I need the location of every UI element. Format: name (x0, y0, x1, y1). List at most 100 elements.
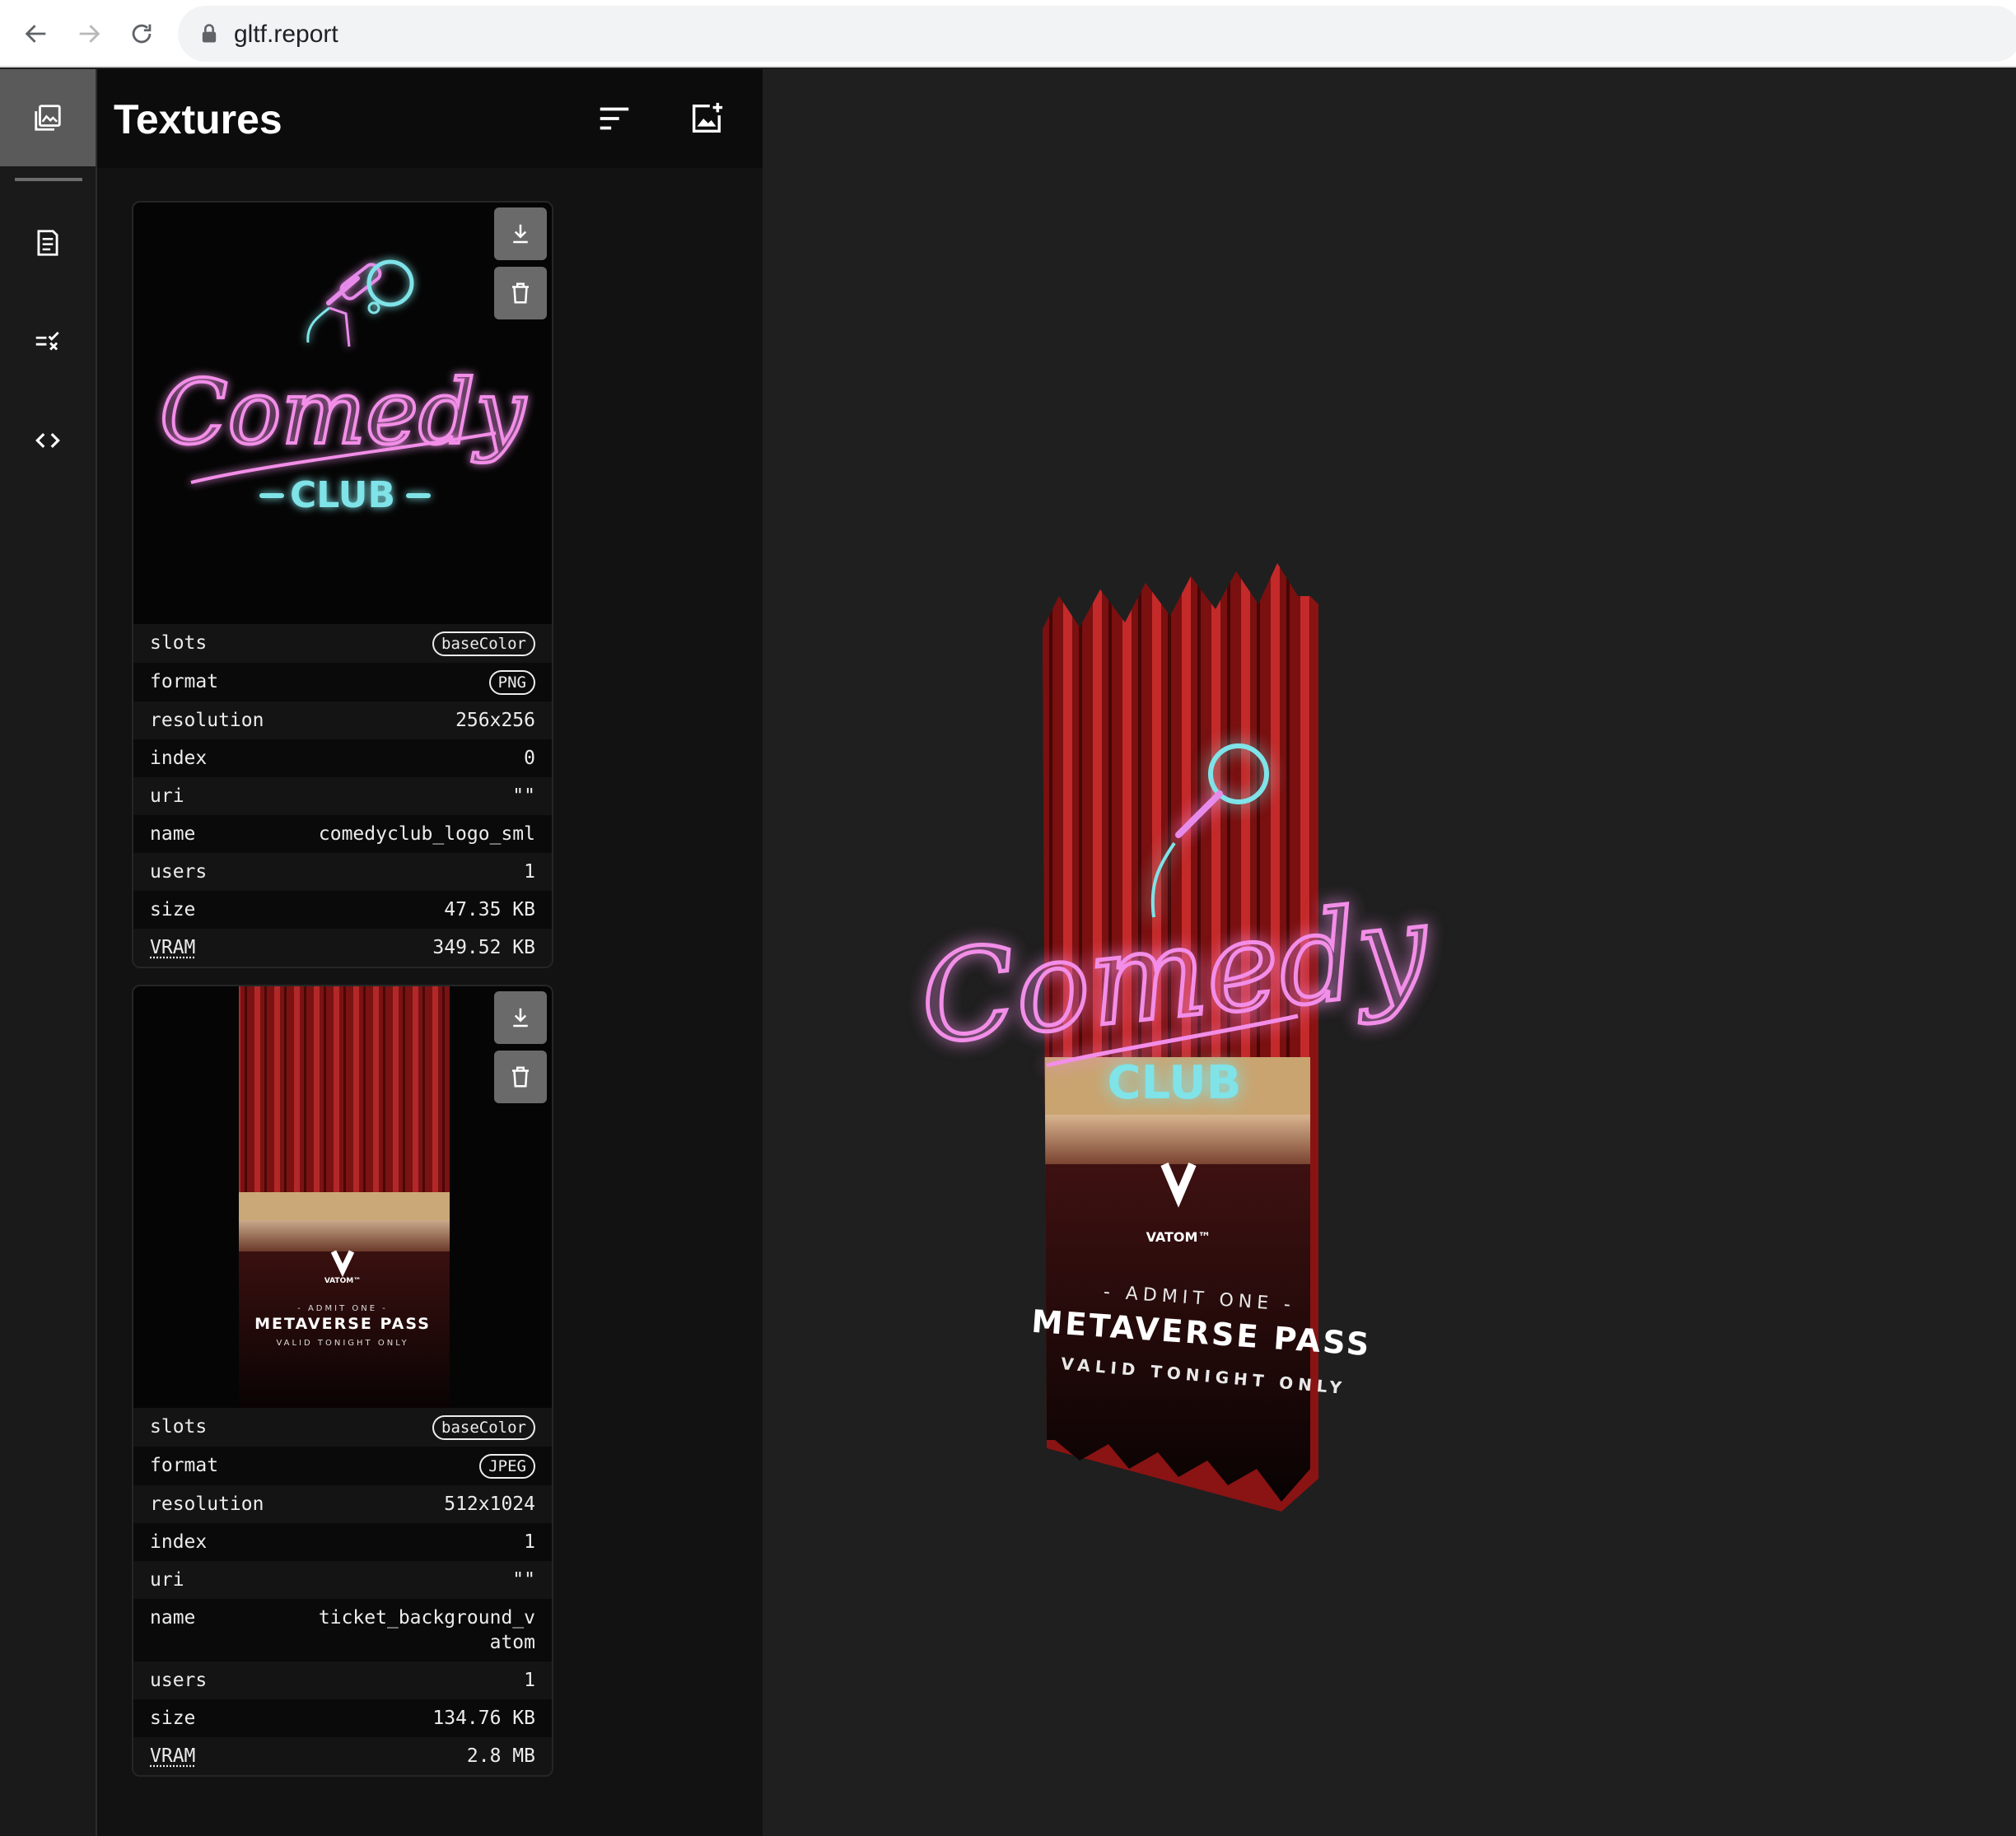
ticket-sub-word: CLUB (1108, 1056, 1242, 1110)
prop-key: resolution (150, 710, 264, 731)
prop-value: ticket_background_vatom (318, 1607, 535, 1653)
arrow-right-icon (79, 25, 100, 43)
delete-button[interactable] (494, 1051, 547, 1103)
slot-badge: baseColor (432, 631, 535, 656)
brand-text: VATOM™ (324, 1277, 361, 1285)
prop-key: VRAM (150, 1745, 196, 1767)
prop-row-format: format PNG (133, 663, 552, 701)
checklist-icon (35, 331, 59, 351)
prop-row-users: users 1 (133, 1661, 552, 1699)
download-icon (513, 1008, 528, 1028)
prop-row-index: index 1 (133, 1523, 552, 1561)
prop-row-resolution: resolution 512x1024 (133, 1485, 552, 1523)
code-icon (35, 432, 60, 449)
address-bar[interactable]: gltf.report (178, 6, 2016, 62)
texture-properties: slots baseColor format JPEG resolution 512x… (133, 1408, 552, 1775)
download-button[interactable] (494, 991, 547, 1044)
prop-key: users (150, 861, 208, 883)
rail-item-validation[interactable] (0, 293, 96, 390)
page-title: Textures (114, 96, 282, 142)
texture-preview: Comedy CLUB (133, 203, 552, 624)
prop-row-vram: VRAM 349.52 KB (133, 929, 552, 967)
prop-value: comedyclub_logo_sml (318, 823, 535, 845)
reload-icon (132, 24, 152, 44)
prop-row-name: name comedyclub_logo_sml (133, 815, 552, 853)
prop-row-slots: slots baseColor (133, 1408, 552, 1447)
browser-toolbar: gltf.report (0, 0, 2016, 68)
format-badge: PNG (488, 670, 535, 695)
prop-row-vram: VRAM 2.8 MB (133, 1737, 552, 1775)
slot-badge: baseColor (432, 1415, 535, 1440)
model-viewport[interactable]: Comedy CLUB VATOM™ - ADMIT ONE - METAVER… (763, 69, 2016, 1836)
texture-card: VATOM™ - ADMIT ONE - METAVERSE PASS VALI… (132, 985, 553, 1777)
ticket-background-image: VATOM™ - ADMIT ONE - METAVERSE PASS VALI… (239, 986, 450, 1408)
prop-row-uri: uri "" (133, 1561, 552, 1599)
valid-text: VALID TONIGHT ONLY (276, 1339, 408, 1348)
texture-preview: VATOM™ - ADMIT ONE - METAVERSE PASS VALI… (133, 986, 552, 1408)
prop-row-size: size 134.76 KB (133, 1699, 552, 1737)
prop-row-size: size 47.35 KB (133, 891, 552, 929)
prop-row-users: users 1 (133, 853, 552, 891)
prop-key: size (150, 899, 196, 920)
trash-icon (512, 282, 529, 304)
prop-key: uri (150, 1569, 184, 1591)
prop-key: VRAM (150, 937, 196, 958)
forward-button[interactable] (69, 14, 109, 54)
prop-value: "" (512, 1569, 535, 1591)
prop-key: slots (150, 1416, 208, 1438)
prop-value: 134.76 KB (432, 1708, 535, 1729)
rail-item-script[interactable] (0, 392, 96, 489)
prop-value: 0 (524, 748, 535, 769)
download-icon (513, 224, 528, 244)
prop-key: format (150, 671, 219, 692)
prop-key: name (150, 823, 196, 845)
prop-key: name (150, 1607, 196, 1629)
url-text: gltf.report (234, 21, 338, 48)
rail-item-document[interactable] (0, 194, 96, 291)
rail-item-textures[interactable] (0, 69, 96, 166)
prop-key: uri (150, 785, 184, 807)
textures-panel: Textures Comedy CLUB slots baseColor for… (97, 69, 763, 1836)
prop-row-uri: uri "" (133, 777, 552, 815)
add-image-icon (692, 102, 723, 133)
prop-value: 349.52 KB (432, 937, 535, 958)
admit-text: - ADMIT ONE - (297, 1304, 388, 1313)
prop-row-name: name ticket_background_vatom (133, 1599, 552, 1661)
rail-divider (15, 178, 82, 181)
sub-word-text: CLUB (290, 474, 395, 516)
trash-icon (512, 1066, 529, 1088)
prop-key: resolution (150, 1493, 264, 1515)
prop-key: index (150, 1531, 208, 1553)
pass-text: METAVERSE PASS (254, 1315, 431, 1333)
prop-key: slots (150, 632, 208, 654)
prop-row-resolution: resolution 256x256 (133, 701, 552, 739)
ticket-brand: VATOM™ (1146, 1229, 1211, 1245)
prop-value: 2.8 MB (466, 1745, 535, 1767)
reload-button[interactable] (122, 14, 161, 54)
prop-value: "" (512, 785, 535, 807)
download-button[interactable] (494, 207, 547, 260)
sort-button[interactable] (590, 94, 639, 143)
textures-icon (35, 105, 61, 131)
format-badge: JPEG (479, 1454, 535, 1479)
prop-value: 1 (524, 1531, 535, 1553)
prop-value: 256x256 (455, 710, 535, 731)
prop-key: format (150, 1455, 219, 1476)
prop-value: 1 (524, 1670, 535, 1691)
prop-key: users (150, 1670, 208, 1691)
document-icon (37, 230, 58, 256)
ticket-model: Comedy CLUB VATOM™ - ADMIT ONE - METAVER… (912, 563, 1438, 1512)
ticket-script-word: Comedy (914, 876, 1436, 1072)
prop-key: size (150, 1708, 196, 1729)
prop-value: 1 (524, 861, 535, 883)
prop-value: 47.35 KB (444, 899, 535, 920)
prop-key: index (150, 748, 208, 769)
texture-properties: slots baseColor format PNG resolution 256x2… (133, 624, 552, 967)
delete-button[interactable] (494, 267, 547, 319)
back-button[interactable] (16, 14, 56, 54)
panel-header: Textures (97, 69, 763, 168)
lock-icon (202, 24, 217, 43)
prop-row-index: index 0 (133, 739, 552, 777)
prop-row-slots: slots baseColor (133, 624, 552, 663)
add-texture-button[interactable] (682, 94, 731, 143)
